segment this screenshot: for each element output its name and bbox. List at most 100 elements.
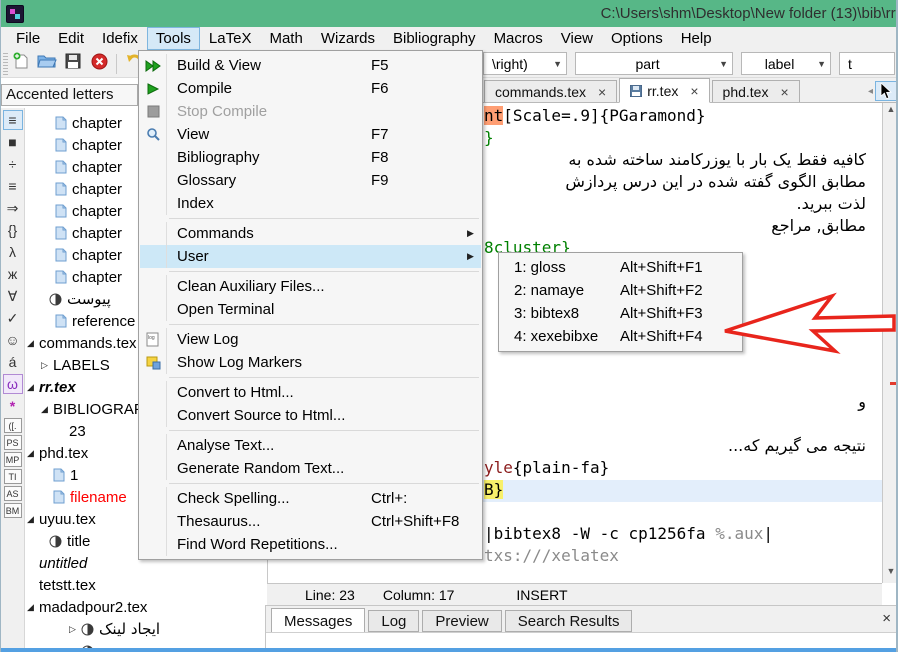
tree-expanded-icon[interactable]: ◢: [41, 404, 53, 415]
structure-icon[interactable]: ≡: [3, 110, 23, 130]
menu-item-index[interactable]: Index: [140, 192, 481, 215]
tree-item-label: chapter: [72, 225, 122, 242]
arrows-icon[interactable]: ⇒: [3, 198, 23, 218]
tree-item[interactable]: [25, 640, 267, 648]
menu-item-show-log-markers[interactable]: Show Log Markers: [140, 351, 481, 374]
menubar-item-idefix[interactable]: Idefix: [93, 27, 147, 50]
menu-item-analyse-text[interactable]: Analyse Text...: [140, 434, 481, 457]
menubar-item-tools[interactable]: Tools: [147, 27, 200, 50]
omega-icon[interactable]: ω: [3, 374, 23, 394]
pstricks-icon[interactable]: PS: [4, 435, 22, 450]
submenu-item-1-gloss[interactable]: 1: glossAlt+Shift+F1: [499, 256, 742, 279]
editor-tab-phd-tex[interactable]: phd.tex×: [712, 80, 800, 102]
menu-item-open-terminal[interactable]: Open Terminal: [140, 298, 481, 321]
status-insert-mode: INSERT: [516, 587, 567, 603]
menu-item-bibliography[interactable]: BibliographyF8: [140, 146, 481, 169]
document-icon: [55, 138, 67, 152]
menubar-item-latex[interactable]: LaTeX: [200, 27, 261, 50]
menu-item-commands[interactable]: Commands▶: [140, 222, 481, 245]
save-button[interactable]: [61, 52, 85, 76]
tikz-icon[interactable]: TI: [4, 469, 22, 484]
submenu-item-3-bibtex8[interactable]: 3: bibtex8Alt+Shift+F3: [499, 302, 742, 325]
toolbar-combo-2[interactable]: part▼: [575, 52, 733, 75]
panel-tab-log[interactable]: Log: [368, 610, 419, 632]
tab-close-icon[interactable]: ×: [690, 83, 698, 99]
tree-item--[interactable]: ▷ايجاد لينک: [25, 618, 267, 640]
cyrillic-icon[interactable]: ж: [3, 264, 23, 284]
menu-item-view[interactable]: ViewF7: [140, 123, 481, 146]
bookmark-icon[interactable]: ■: [3, 132, 23, 152]
menu-item-thesaurus[interactable]: Thesaurus...Ctrl+Shift+F8: [140, 510, 481, 533]
menubar-item-edit[interactable]: Edit: [49, 27, 93, 50]
tree-item-label: rr.tex: [39, 379, 76, 396]
toolbar-combo-3[interactable]: label▼: [741, 52, 831, 75]
menu-item-shortcut: Ctrl+Shift+F8: [371, 513, 467, 530]
tab-scroll-right-button[interactable]: [875, 81, 897, 101]
check-icon[interactable]: ✓: [3, 308, 23, 328]
menubar-item-math[interactable]: Math: [260, 27, 311, 50]
menubar-item-wizards[interactable]: Wizards: [312, 27, 384, 50]
panel-tab-preview[interactable]: Preview: [422, 610, 501, 632]
panel-close-icon[interactable]: ×: [882, 610, 891, 627]
menu-item-compile[interactable]: CompileF6: [140, 77, 481, 100]
submenu-item-2-namaye[interactable]: 2: namayeAlt+Shift+F2: [499, 279, 742, 302]
divide-icon[interactable]: ÷: [3, 154, 23, 174]
scrollbar-down-icon[interactable]: ▼: [883, 566, 898, 582]
menu-item-find-word-repetitions[interactable]: Find Word Repetitions...: [140, 533, 481, 556]
tab-scroll-left-icon[interactable]: ◂: [868, 86, 873, 97]
accented-letters-icon[interactable]: á: [3, 352, 23, 372]
menu-item-convert-source-to-html[interactable]: Convert Source to Html...: [140, 404, 481, 427]
editor-scrollbar[interactable]: ▲ ▼: [882, 103, 898, 583]
operators-icon[interactable]: ∀: [3, 286, 23, 306]
close-document-button[interactable]: [87, 52, 111, 76]
delimiters-icon[interactable]: ([.: [4, 418, 22, 433]
tree-expanded-icon[interactable]: ◢: [27, 382, 39, 393]
toolbar-combo-1[interactable]: \right)▼: [483, 52, 567, 75]
menu-item-generate-random-text[interactable]: Generate Random Text...: [140, 457, 481, 480]
tree-expanded-icon[interactable]: ◢: [27, 338, 39, 349]
beamer-icon[interactable]: BM: [4, 503, 22, 518]
menu-item-build-view[interactable]: Build & ViewF5: [140, 54, 481, 77]
tree-collapsed-icon[interactable]: ▷: [41, 360, 53, 371]
panel-tab-messages[interactable]: Messages: [271, 608, 365, 634]
menu-item-label: View: [166, 123, 371, 146]
tree-expanded-icon[interactable]: ◢: [27, 602, 39, 613]
open-file-button[interactable]: [35, 52, 59, 76]
panel-tab-search-results[interactable]: Search Results: [505, 610, 633, 632]
menubar-item-file[interactable]: File: [7, 27, 49, 50]
new-file-button[interactable]: [9, 52, 33, 76]
tree-item-tetstt-tex[interactable]: tetstt.tex: [25, 574, 267, 596]
menu-item-view-log[interactable]: logView Log: [140, 328, 481, 351]
braces-icon[interactable]: {}: [3, 220, 23, 240]
combo-value: label: [750, 56, 809, 72]
misc-symbols-icon[interactable]: ☺: [3, 330, 23, 350]
menubar-item-macros[interactable]: Macros: [485, 27, 552, 50]
tree-expanded-icon[interactable]: ◢: [27, 448, 39, 459]
menu-item-glossary[interactable]: GlossaryF9: [140, 169, 481, 192]
menubar-item-view[interactable]: View: [552, 27, 602, 50]
menubar-item-options[interactable]: Options: [602, 27, 672, 50]
asterisk-icon[interactable]: *: [3, 396, 23, 416]
tab-close-icon[interactable]: ×: [598, 84, 606, 100]
scrollbar-up-icon[interactable]: ▲: [883, 104, 898, 120]
menu-item-convert-to-html[interactable]: Convert to Html...: [140, 381, 481, 404]
tree-collapsed-icon[interactable]: ▷: [69, 624, 81, 635]
menubar-item-help[interactable]: Help: [672, 27, 721, 50]
editor-tab-rr-tex[interactable]: rr.tex×: [619, 78, 709, 103]
toolbar-combo-4[interactable]: t: [839, 52, 895, 75]
code-segment: }: [484, 128, 494, 147]
metapost-icon[interactable]: MP: [4, 452, 22, 467]
menubar-item-bibliography[interactable]: Bibliography: [384, 27, 485, 50]
new-file-icon: [12, 52, 30, 75]
editor-tab-commands-tex[interactable]: commands.tex×: [484, 80, 617, 102]
menu-item-check-spelling[interactable]: Check Spelling...Ctrl+:: [140, 487, 481, 510]
submenu-item-4-xexebibxe[interactable]: 4: xexebibxeAlt+Shift+F4: [499, 325, 742, 348]
menu-item-clean-auxiliary-files[interactable]: Clean Auxiliary Files...: [140, 275, 481, 298]
tab-close-icon[interactable]: ×: [780, 84, 788, 100]
greek-icon[interactable]: λ: [3, 242, 23, 262]
relations-icon[interactable]: ≡: [3, 176, 23, 196]
menu-item-user[interactable]: User▶: [140, 245, 481, 268]
tree-expanded-icon[interactable]: ◢: [27, 514, 39, 525]
asymptote-icon[interactable]: AS: [4, 486, 22, 501]
tree-item-madadpour2-tex[interactable]: ◢madadpour2.tex: [25, 596, 267, 618]
